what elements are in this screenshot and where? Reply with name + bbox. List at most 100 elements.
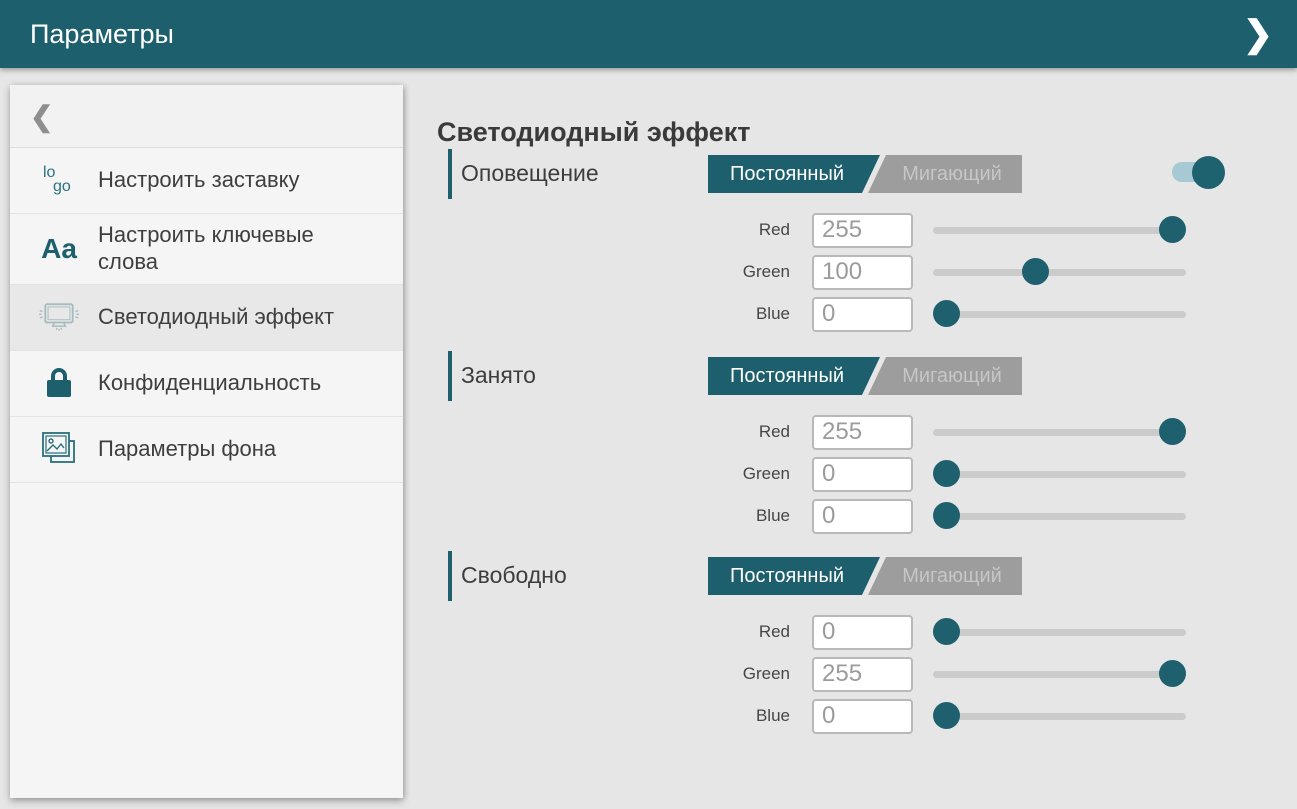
slider-thumb[interactable] (1159, 418, 1186, 445)
sidebar-item-keywords[interactable]: Aa Настроить ключевые слова (10, 214, 403, 285)
rgb-row-green: Green (437, 456, 1257, 492)
chevron-right-icon[interactable]: ❯ (1237, 10, 1279, 58)
sidebar-item-label: Настроить ключевые слова (98, 222, 350, 276)
green-value-input[interactable] (812, 457, 913, 492)
rgb-rows: Red Green Blue (437, 614, 1257, 734)
sidebar-item-label: Светодиодный эффект (98, 304, 334, 331)
settings-sidebar: ❮ logo Настроить заставку Aa Настроить к… (10, 85, 403, 798)
slider-thumb[interactable] (933, 460, 960, 487)
sidebar-back-button[interactable]: ❮ (10, 85, 403, 148)
slider-track (933, 269, 1186, 276)
blue-slider[interactable] (933, 698, 1186, 734)
slider-thumb[interactable] (933, 502, 960, 529)
section-title: Оповещение (461, 148, 599, 198)
logo-icon: logo (38, 161, 80, 201)
channel-label: Red (437, 220, 790, 240)
rgb-row-blue: Blue (437, 498, 1257, 534)
slider-thumb[interactable] (933, 618, 960, 645)
green-value-input[interactable] (812, 657, 913, 692)
red-slider[interactable] (933, 212, 1186, 248)
blue-slider[interactable] (933, 296, 1186, 332)
mode-constant-button[interactable]: Постоянный (708, 557, 880, 595)
sidebar-item-privacy[interactable]: Конфиденциальность (10, 351, 403, 417)
slider-track (933, 227, 1186, 234)
section-title: Свободно (461, 550, 567, 600)
background-images-icon (38, 429, 80, 469)
section-accent-bar (448, 351, 452, 401)
blue-slider[interactable] (933, 498, 1186, 534)
section-accent-bar (448, 551, 452, 601)
green-value-input[interactable] (812, 255, 913, 290)
mode-segmented-control: Постоянный Мигающий (708, 557, 1022, 595)
green-slider[interactable] (933, 656, 1186, 692)
led-display-icon (38, 297, 80, 337)
slider-thumb[interactable] (1159, 216, 1186, 243)
red-slider[interactable] (933, 414, 1186, 450)
slider-track (933, 471, 1186, 478)
mode-blinking-button[interactable]: Мигающий (868, 557, 1022, 595)
rgb-row-green: Green (437, 656, 1257, 692)
rgb-row-blue: Blue (437, 296, 1257, 332)
section-free: Свободно Постоянный Мигающий Red Green (437, 550, 1257, 740)
sidebar-item-led-effect[interactable]: Светодиодный эффект (10, 285, 403, 351)
rgb-row-red: Red (437, 614, 1257, 650)
channel-label: Green (437, 262, 790, 282)
red-value-input[interactable] (812, 415, 913, 450)
channel-label: Blue (437, 706, 790, 726)
app-header: Параметры ❯ (0, 0, 1297, 68)
section-busy: Занято Постоянный Мигающий Red Green (437, 350, 1257, 540)
rgb-rows: Red Green Blue (437, 212, 1257, 332)
channel-label: Green (437, 464, 790, 484)
rgb-rows: Red Green Blue (437, 414, 1257, 534)
green-slider[interactable] (933, 254, 1186, 290)
sidebar-item-screensaver[interactable]: logo Настроить заставку (10, 148, 403, 214)
sidebar-item-label: Настроить заставку (98, 167, 300, 194)
keywords-icon: Aa (38, 229, 80, 269)
blue-value-input[interactable] (812, 297, 913, 332)
slider-thumb[interactable] (933, 702, 960, 729)
section-accent-bar (448, 149, 452, 199)
content-title: Светодиодный эффект (437, 117, 750, 148)
red-value-input[interactable] (812, 213, 913, 248)
blue-value-input[interactable] (812, 699, 913, 734)
slider-track (933, 713, 1186, 720)
slider-thumb[interactable] (1159, 660, 1186, 687)
section-notification: Оповещение Постоянный Мигающий Red Green (437, 148, 1257, 338)
section-title: Занято (461, 350, 536, 400)
page-title: Параметры (30, 19, 174, 50)
rgb-row-green: Green (437, 254, 1257, 290)
slider-thumb[interactable] (933, 300, 960, 327)
mode-blinking-button[interactable]: Мигающий (868, 357, 1022, 395)
channel-label: Blue (437, 304, 790, 324)
mode-constant-button[interactable]: Постоянный (708, 357, 880, 395)
slider-track (933, 311, 1186, 318)
blue-value-input[interactable] (812, 499, 913, 534)
channel-label: Green (437, 664, 790, 684)
toggle-knob (1192, 156, 1225, 189)
notification-led-toggle[interactable] (1172, 162, 1223, 182)
green-slider[interactable] (933, 456, 1186, 492)
sidebar-item-label: Параметры фона (98, 436, 276, 463)
channel-label: Red (437, 622, 790, 642)
red-value-input[interactable] (812, 615, 913, 650)
chevron-left-icon: ❮ (30, 100, 53, 133)
red-slider[interactable] (933, 614, 1186, 650)
slider-track (933, 513, 1186, 520)
sidebar-item-background[interactable]: Параметры фона (10, 417, 403, 483)
channel-label: Blue (437, 506, 790, 526)
lock-icon (38, 363, 80, 403)
mode-blinking-button[interactable]: Мигающий (868, 155, 1022, 193)
slider-track (933, 629, 1186, 636)
slider-thumb[interactable] (1022, 258, 1049, 285)
rgb-row-red: Red (437, 414, 1257, 450)
channel-label: Red (437, 422, 790, 442)
slider-track (933, 429, 1186, 436)
mode-segmented-control: Постоянный Мигающий (708, 357, 1022, 395)
settings-page: Параметры ❯ ❮ logo Настроить заставку Aa… (0, 0, 1297, 809)
rgb-row-red: Red (437, 212, 1257, 248)
slider-track (933, 671, 1186, 678)
sidebar-item-label: Конфиденциальность (98, 370, 321, 397)
rgb-row-blue: Blue (437, 698, 1257, 734)
mode-constant-button[interactable]: Постоянный (708, 155, 880, 193)
mode-segmented-control: Постоянный Мигающий (708, 155, 1022, 193)
